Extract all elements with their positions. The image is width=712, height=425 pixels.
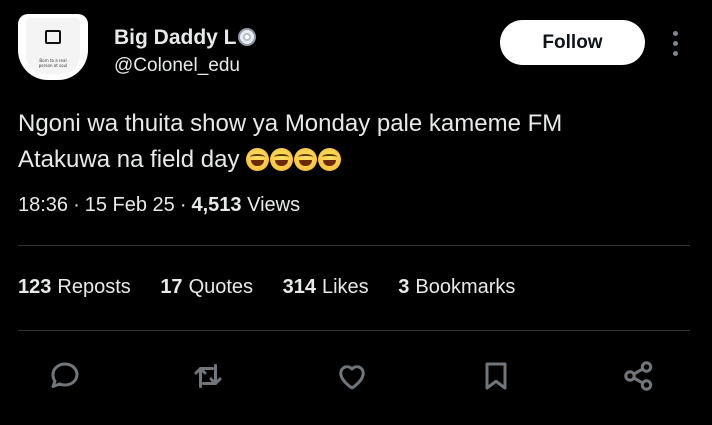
tweet-line-1: Ngoni wa thuita show ya Monday pale kame… (18, 110, 563, 137)
grinning-face-icon (294, 148, 318, 171)
views-count: 4,513 (191, 194, 242, 216)
tweet-date[interactable]: 15 Feb 25 (85, 194, 175, 216)
share-icon[interactable] (619, 352, 659, 400)
stat-label: Likes (321, 276, 369, 298)
more-vertical-icon[interactable] (668, 30, 682, 56)
author-handle[interactable]: @Colonel_edu (114, 55, 240, 77)
stat-count: 123 (18, 276, 52, 298)
action-bar (0, 352, 712, 400)
tweet-meta: 18:36 · 15 Feb 25 · 4,513 Views (18, 194, 301, 216)
cd-icon (237, 28, 256, 46)
repost-icon[interactable] (188, 352, 228, 400)
avatar[interactable]: Born to a real person ot soul (14, 12, 92, 82)
grinning-face-icon (246, 148, 270, 171)
stat-count: 314 (282, 276, 316, 298)
tweet-time[interactable]: 18:36 (18, 194, 68, 216)
tweet-line-2-text: Atakuwa na field day (18, 146, 240, 173)
author-name-text: Big Daddy L (114, 26, 237, 49)
stat-label: Bookmarks (415, 276, 516, 298)
divider (18, 245, 690, 246)
reply-icon[interactable] (45, 352, 85, 400)
author-display-name[interactable]: Big Daddy L (114, 26, 256, 50)
grinning-face-icon (270, 148, 294, 171)
divider (18, 330, 690, 331)
stat-label: Quotes (188, 276, 254, 298)
views-label: Views (247, 194, 301, 216)
grinning-face-icon (318, 148, 342, 171)
stat-reposts[interactable]: 123 Reposts (18, 276, 131, 299)
stat-count: 17 (160, 276, 183, 298)
like-icon[interactable] (332, 352, 372, 400)
avatar-logo (45, 30, 61, 44)
stat-likes[interactable]: 314 Likes (283, 276, 369, 299)
tweet-line-2: Atakuwa na field day (18, 142, 688, 178)
follow-button[interactable]: Follow (500, 20, 645, 65)
avatar-text: Born to a real person ot soul (38, 58, 68, 68)
stat-count: 3 (398, 276, 410, 298)
tweet-text: Ngoni wa thuita show ya Monday pale kame… (18, 106, 688, 178)
tweet-stats: 123 Reposts 17 Quotes 314 Likes 3 Bookmarks (18, 276, 539, 299)
bookmark-icon[interactable] (476, 352, 516, 400)
stat-bookmarks[interactable]: 3 Bookmarks (398, 276, 515, 299)
stat-label: Reposts (57, 276, 131, 298)
stat-quotes[interactable]: 17 Quotes (160, 276, 253, 299)
